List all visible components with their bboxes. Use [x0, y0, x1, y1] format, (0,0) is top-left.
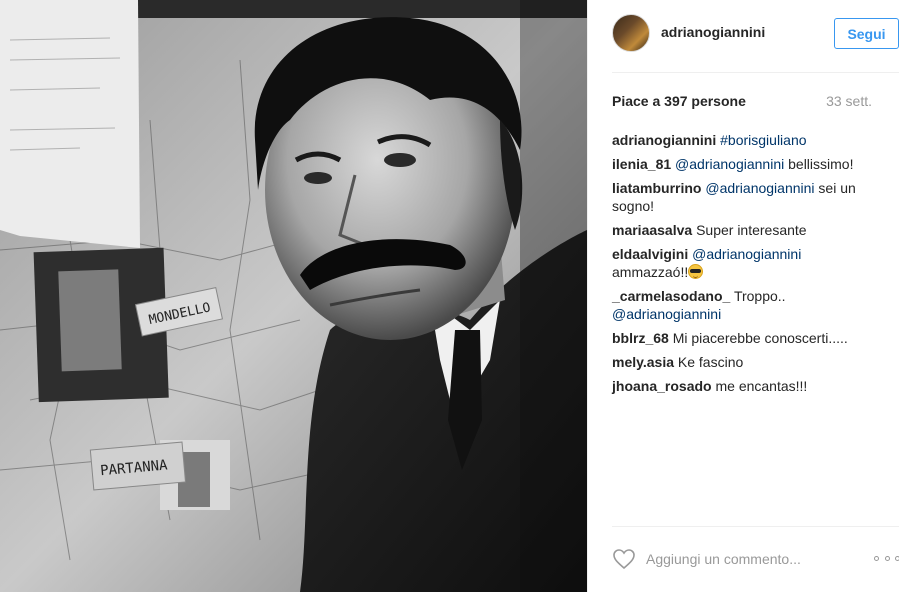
comment-item: liatamburrino @adrianogiannini sei un so… — [612, 179, 874, 215]
comment-text: ammazzaó!! — [612, 264, 689, 280]
comments-list: adrianogiannini #borisgiuliano ilenia_81 … — [612, 131, 874, 401]
likes-count[interactable]: Piace a 397 persone — [612, 93, 746, 109]
comment-item: jhoana_rosado me encantas!!! — [612, 377, 874, 395]
photo-illustration: MONDELLO PARTANNA — [0, 0, 587, 592]
comment-text: me encantas!!! — [715, 378, 808, 394]
comment-item: adrianogiannini #borisgiuliano — [612, 131, 874, 149]
follow-button[interactable]: Segui — [834, 18, 899, 49]
header-divider — [612, 72, 899, 73]
comment-username[interactable]: mely.asia — [612, 354, 674, 370]
comment-text: Mi piacerebbe conoscerti..... — [672, 330, 848, 346]
post-photo[interactable]: MONDELLO PARTANNA — [0, 0, 587, 592]
comment-username[interactable]: mariaasalva — [612, 222, 692, 238]
comment-item: bblrz_68 Mi piacerebbe conoscerti..... — [612, 329, 874, 347]
comment-username[interactable]: bblrz_68 — [612, 330, 669, 346]
dot — [874, 555, 879, 561]
comment-username[interactable]: eldaalvigini — [612, 246, 688, 262]
comment-text: Super interesante — [696, 222, 807, 238]
comment-username[interactable]: ilenia_81 — [612, 156, 671, 172]
author-avatar[interactable] — [612, 14, 650, 52]
comment-bar — [612, 542, 899, 578]
mention-link[interactable]: @adrianogiannini — [692, 246, 801, 262]
comment-username[interactable]: jhoana_rosado — [612, 378, 712, 394]
comment-item: _carmelasodano_ Troppo.. @adrianogiannin… — [612, 287, 874, 323]
author-username[interactable]: adrianogiannini — [661, 24, 765, 40]
comment-text: Troppo.. — [733, 288, 786, 304]
comment-bar-divider — [612, 526, 899, 527]
comment-text: bellissimo! — [784, 156, 854, 172]
sunglasses-emoji-icon — [688, 264, 704, 279]
heart-icon[interactable] — [612, 548, 636, 570]
post-timestamp[interactable]: 33 sett. — [826, 93, 872, 109]
dot — [895, 555, 899, 561]
ellipsis-icon[interactable] — [874, 550, 899, 566]
comment-item: eldaalvigini @adrianogiannini ammazzaó!! — [612, 245, 874, 281]
comment-username[interactable]: liatamburrino — [612, 180, 701, 196]
mention-link[interactable]: @adrianogiannini — [612, 306, 721, 322]
comment-item: mariaasalva Super interesante — [612, 221, 874, 239]
comment-item: ilenia_81 @adrianogiannini bellissimo! — [612, 155, 874, 173]
add-comment-input[interactable] — [646, 546, 846, 572]
comment-text: Ke fascino — [677, 354, 744, 370]
comment-username[interactable]: _carmelasodano_ — [612, 288, 730, 304]
dot — [884, 555, 890, 561]
post-side-panel: adrianogiannini Segui Piace a 397 person… — [587, 0, 899, 592]
mention-link[interactable]: @adrianogiannini — [675, 156, 784, 172]
post-header: adrianogiannini Segui — [588, 0, 899, 72]
hashtag-link[interactable]: #borisgiuliano — [720, 132, 806, 148]
likes-row: Piace a 397 persone 33 sett. — [612, 93, 872, 111]
comment-username[interactable]: adrianogiannini — [612, 132, 716, 148]
comment-item: mely.asia Ke fascino — [612, 353, 874, 371]
mention-link[interactable]: @adrianogiannini — [705, 180, 814, 196]
